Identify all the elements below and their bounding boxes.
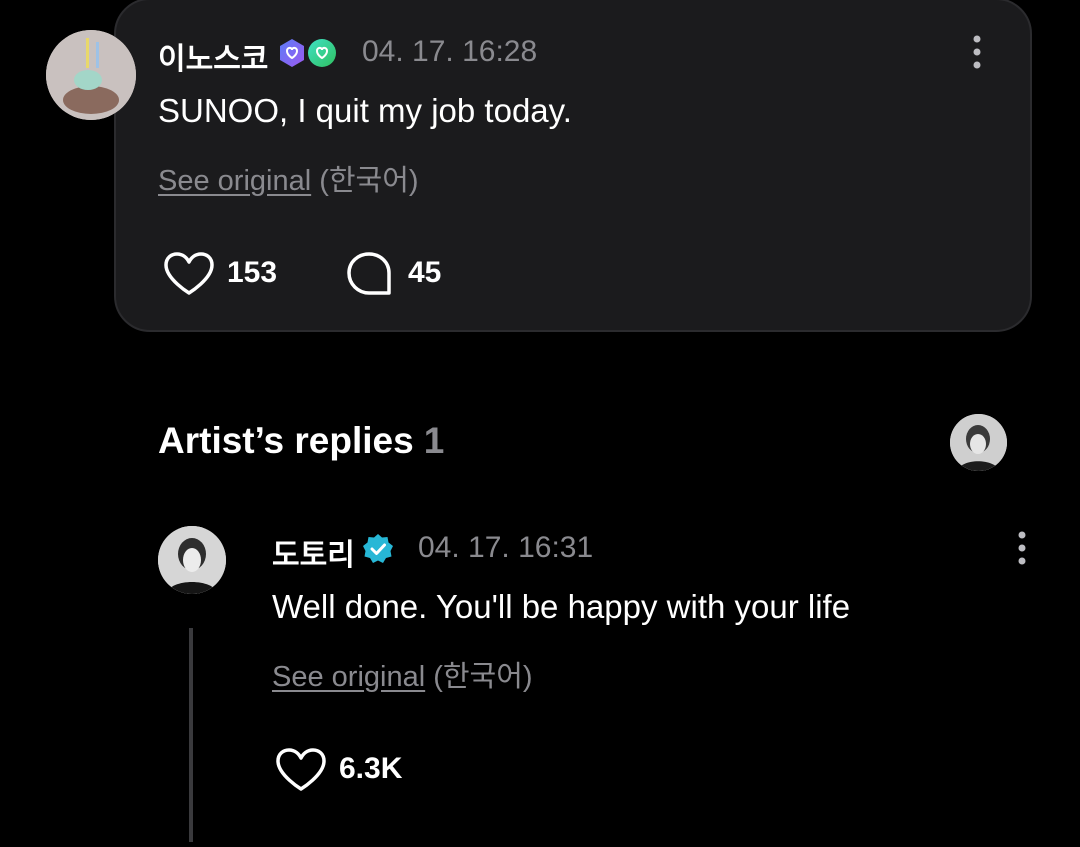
artist-avatar[interactable] <box>950 414 1007 471</box>
post-see-original-link[interactable]: See original <box>158 165 311 197</box>
post-comment-count: 45 <box>408 256 442 289</box>
artist-replies-title: Artist’s replies <box>158 420 414 461</box>
reply-translation-row: See original (한국어) <box>272 653 533 695</box>
post-text: SUNOO, I quit my job today. <box>158 92 572 129</box>
post-author-avatar[interactable] <box>46 30 136 120</box>
reply-text: Well done. You'll be happy with your lif… <box>272 588 851 625</box>
reply-original-language: (한국어) <box>433 661 533 693</box>
post-comment-bubble-icon[interactable] <box>345 251 393 297</box>
post-more-options-icon[interactable] <box>972 33 982 73</box>
reply-like-heart-icon[interactable] <box>275 747 327 793</box>
fan-badges-icon <box>280 39 336 67</box>
post-timestamp: 04. 17. 16:28 <box>362 35 538 68</box>
artist-replies-count: 1 <box>423 420 445 461</box>
reply-see-original-link[interactable]: See original <box>272 661 425 693</box>
artist-replies-heading: Artist’s replies 1 <box>158 420 444 462</box>
post-translation-row: See original (한국어) <box>158 157 419 199</box>
reply-more-options-icon[interactable] <box>1017 529 1027 569</box>
reply-timestamp: 04. 17. 16:31 <box>418 531 594 564</box>
post-like-heart-icon[interactable] <box>163 251 215 297</box>
post-username[interactable]: 이노스코 <box>158 34 268 78</box>
reply-username[interactable]: 도토리 <box>272 530 355 574</box>
reply-author-avatar[interactable] <box>158 526 226 594</box>
reply-like-count: 6.3K <box>339 752 403 785</box>
verified-badge-icon <box>363 534 393 563</box>
post-original-language: (한국어) <box>319 165 419 197</box>
reply-thread-line <box>189 628 193 842</box>
post-like-count: 153 <box>227 256 278 289</box>
